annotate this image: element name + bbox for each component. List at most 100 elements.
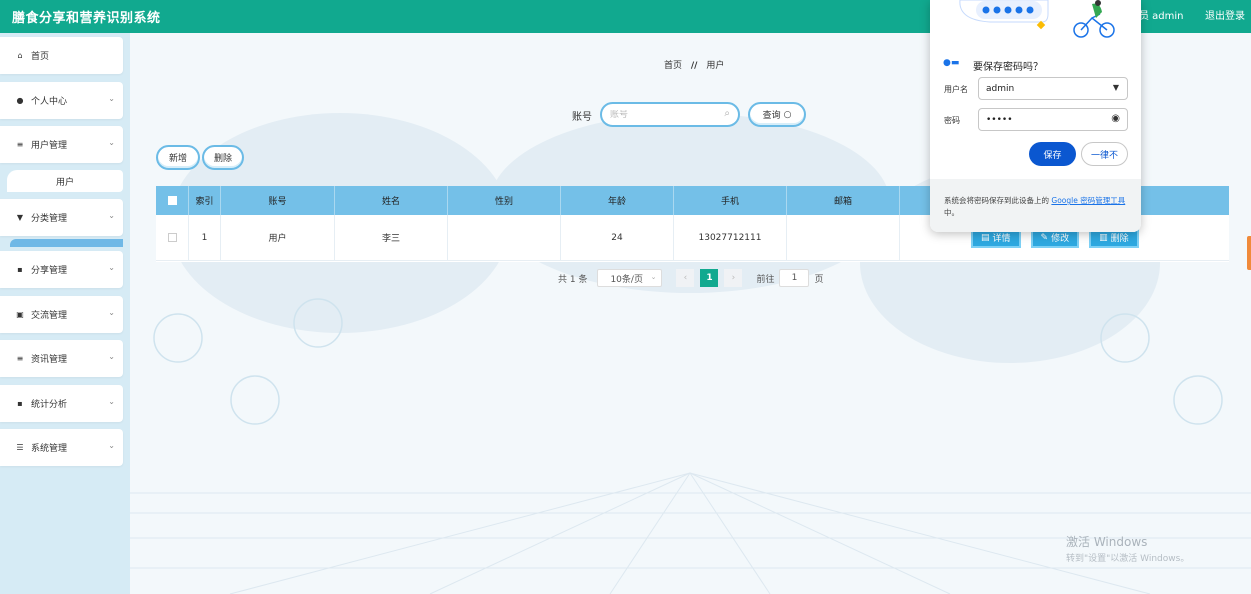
column-header: 年龄 <box>561 186 674 215</box>
search-button[interactable]: 查询 ○ <box>748 102 806 127</box>
sidebar: ⌂ 首页 ● 个人中心 ⌄ ≡ 用户管理 ⌄ 用户 ▼ 分类管理 ⌄ ▪ 分享管… <box>0 33 130 594</box>
sidebar-item-share-management[interactable]: ▪ 分享管理 ⌄ <box>0 251 123 288</box>
home-icon: ⌂ <box>17 51 23 60</box>
active-indicator <box>10 239 123 247</box>
column-header: 账号 <box>221 186 335 215</box>
sidebar-item-statistics[interactable]: ▪ 统计分析 ⌄ <box>0 385 123 422</box>
row-checkbox[interactable] <box>167 233 177 242</box>
footer-text: 系统会将密码保存到此设备上的 <box>944 196 1052 205</box>
current-page[interactable]: 1 <box>700 269 719 287</box>
page-size-value: 10条/页 <box>610 274 643 285</box>
table-cell: 用户 <box>221 215 335 260</box>
delete-button[interactable]: 删除 <box>202 145 244 170</box>
save-password-button[interactable]: 保存 <box>1029 142 1076 166</box>
detail-button-label: 详情 <box>992 234 1011 244</box>
search-icon: ⌕ <box>724 108 730 119</box>
chevron-down-icon: ⌄ <box>108 397 115 406</box>
chevron-down-icon: ⌄ <box>108 211 115 220</box>
sidebar-item-system-management[interactable]: ☰ 系统管理 ⌄ <box>0 429 123 466</box>
chevron-down-icon: ⌄ <box>650 273 657 281</box>
table-cell: 24 <box>561 215 674 260</box>
table-cell: 李三 <box>335 215 448 260</box>
goto-page-input[interactable]: 1 <box>779 269 810 287</box>
sidebar-item-news-management[interactable]: ≡ 资讯管理 ⌄ <box>0 340 123 377</box>
select-all-checkbox[interactable] <box>167 196 177 205</box>
breadcrumb-current: 用户 <box>706 61 725 71</box>
popup-footer: 系统会将密码保存到此设备上的 Google 密码管理工具中。 <box>930 179 1141 232</box>
sidebar-item-personal-center[interactable]: ● 个人中心 ⌄ <box>0 82 123 119</box>
current-user-label: 员 admin <box>1139 11 1184 22</box>
search-button-label: 查询 <box>762 111 781 121</box>
search-icon: ○ <box>783 109 792 120</box>
chevron-right-icon: › <box>731 273 736 283</box>
sidebar-item-user-management[interactable]: ≡ 用户管理 ⌄ <box>0 126 123 163</box>
username-select[interactable]: admin ▼ <box>978 77 1128 100</box>
table-cell: 13027712111 <box>674 215 787 260</box>
password-manager-link[interactable]: Google 密码管理工具 <box>1051 196 1125 205</box>
eye-icon[interactable]: ◉ <box>1111 113 1120 124</box>
dropdown-arrow-icon: ▼ <box>1112 83 1119 92</box>
username-label: 用户名 <box>944 85 968 94</box>
table-cell <box>448 215 561 260</box>
password-field[interactable]: ••••• ◉ <box>978 108 1128 131</box>
person-icon: ● <box>16 96 24 105</box>
row-select-cell <box>156 215 189 260</box>
sidebar-item-label: 分类管理 <box>31 214 68 224</box>
breadcrumb-home[interactable]: 首页 <box>664 61 682 71</box>
side-tab[interactable] <box>1247 236 1251 270</box>
total-count: 共 1 条 <box>558 274 588 285</box>
sidebar-subitem-user[interactable]: 用户 <box>7 170 123 192</box>
logout-link[interactable]: 退出登录 <box>1205 7 1245 22</box>
windows-activation-title: 激活 Windows <box>1066 535 1148 549</box>
search-field[interactable]: ⌕ <box>600 102 740 127</box>
column-header: 邮箱 <box>787 186 900 215</box>
sidebar-item-label: 系统管理 <box>31 444 68 454</box>
chevron-down-icon: ⌄ <box>108 94 115 103</box>
windows-activation-hint: 转到"设置"以激活 Windows。 <box>1066 554 1190 564</box>
sidebar-item-communication-management[interactable]: ▣ 交流管理 ⌄ <box>0 296 123 333</box>
sidebar-item-label: 用户管理 <box>31 141 68 151</box>
list-icon: ≡ <box>16 354 24 363</box>
next-page-button[interactable]: › <box>724 269 743 287</box>
sidebar-item-label: 个人中心 <box>31 97 68 107</box>
sidebar-item-home[interactable]: ⌂ 首页 <box>0 37 123 74</box>
chevron-down-icon: ⌄ <box>108 263 115 272</box>
edit-button-label: 修改 <box>1051 234 1070 244</box>
footer-text-end: 中。 <box>944 208 959 217</box>
search-label: 账号 <box>572 112 592 123</box>
sidebar-item-label: 资讯管理 <box>31 355 68 365</box>
key-icon: ●▬ <box>943 58 960 68</box>
app-title: 膳食分享和营养识别系统 <box>12 11 161 26</box>
add-button[interactable]: 新增 <box>156 145 200 170</box>
password-illustration <box>959 0 1115 38</box>
password-value: ••••• <box>986 114 1013 125</box>
select-all-cell <box>156 186 189 215</box>
category-icon: ▼ <box>16 213 24 222</box>
column-header: 手机 <box>674 186 787 215</box>
sidebar-item-label: 分享管理 <box>31 266 68 276</box>
sidebar-item-category-management[interactable]: ▼ 分类管理 ⌄ <box>0 199 123 236</box>
page-suffix: 页 <box>814 274 824 285</box>
sidebar-subitem-label: 用户 <box>55 177 74 188</box>
column-header: 索引 <box>189 186 221 215</box>
grid-icon: ▪ <box>17 265 23 274</box>
chevron-down-icon: ⌄ <box>108 352 115 361</box>
page-size-select[interactable]: 10条/页 ⌄ <box>597 269 663 287</box>
prev-page-button[interactable]: ‹ <box>676 269 695 287</box>
sidebar-item-label: 交流管理 <box>31 311 68 321</box>
edit-icon: ✎ <box>1040 232 1049 243</box>
breadcrumb: 首页 // 用户 <box>664 58 724 71</box>
sidebar-item-label: 首页 <box>31 52 50 62</box>
chevron-down-icon: ⌄ <box>108 441 115 450</box>
document-icon: ▤ <box>981 232 990 243</box>
trash-icon: ▥ <box>1099 232 1108 243</box>
popup-title: 要保存密码吗？ <box>973 62 1043 73</box>
grid-icon: ▪ <box>17 399 23 408</box>
chevron-down-icon: ⌄ <box>108 308 115 317</box>
delete-button-label: 删除 <box>1110 234 1129 244</box>
sidebar-item-label: 统计分析 <box>31 400 68 410</box>
search-input[interactable] <box>610 109 720 120</box>
password-label: 密码 <box>944 116 960 125</box>
table-cell <box>787 215 900 260</box>
never-save-button[interactable]: 一律不 <box>1081 142 1128 166</box>
